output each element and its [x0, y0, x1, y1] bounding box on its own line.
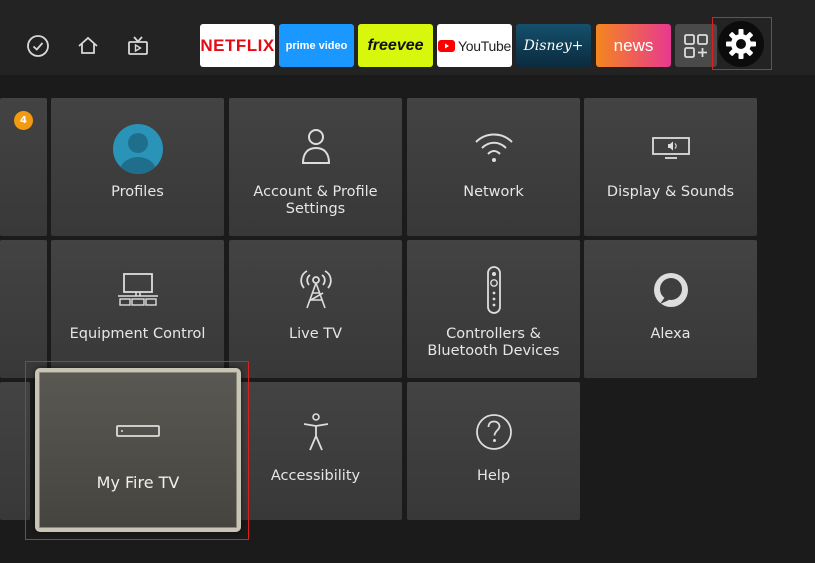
equipment-control-tile[interactable]: Equipment Control: [51, 240, 224, 378]
profiles-label: Profiles: [111, 184, 164, 200]
help-question-icon: [407, 412, 580, 452]
monitor-equipment-icon: [51, 272, 224, 308]
account-profile-settings-label: Account & Profile Settings: [253, 184, 378, 217]
alexa-label: Alexa: [650, 326, 691, 342]
equipment-control-label: Equipment Control: [69, 326, 206, 342]
youtube-logo: YouTube: [458, 37, 511, 54]
live-tv-tile[interactable]: Live TV: [229, 240, 402, 378]
netflix-logo: NETFLIX: [200, 35, 275, 55]
controllers-bluetooth-label: Controllers & Bluetooth Devices: [427, 326, 560, 359]
help-label: Help: [476, 468, 511, 484]
youtube-play-icon: [438, 39, 456, 52]
prime-video-app-tile[interactable]: prime video: [279, 24, 354, 67]
youtube-app-tile[interactable]: YouTube: [437, 24, 512, 67]
help-tile[interactable]: Help: [407, 382, 580, 520]
live-tv-label: Live TV: [289, 326, 342, 342]
profiles-tile[interactable]: Profiles: [51, 98, 224, 236]
apps-grid-icon: [684, 33, 708, 58]
freevee-app-tile[interactable]: freevee: [358, 24, 433, 67]
check-circle-icon[interactable]: [25, 33, 51, 59]
settings-highlight: [712, 17, 772, 70]
alexa-tile[interactable]: Alexa: [584, 240, 757, 378]
profile-avatar-icon: [51, 123, 224, 175]
disney-plus-app-tile[interactable]: Disney+: [516, 24, 591, 67]
news-app-tile[interactable]: news: [596, 24, 671, 67]
person-icon: [229, 126, 402, 166]
display-sounds-tile[interactable]: Display & Sounds: [584, 98, 757, 236]
accessibility-tile[interactable]: Accessibility: [229, 382, 402, 520]
controllers-bluetooth-tile[interactable]: Controllers & Bluetooth Devices: [407, 240, 580, 378]
disney-plus-logo: Disney+: [523, 37, 584, 54]
all-apps-button[interactable]: [675, 24, 717, 67]
news-logo: news: [613, 35, 654, 55]
my-fire-tv-label: My Fire TV: [96, 473, 180, 492]
accessibility-person-icon: [229, 412, 402, 452]
live-tv-icon[interactable]: [125, 33, 151, 59]
account-profile-settings-tile[interactable]: Account & Profile Settings: [229, 98, 402, 236]
home-icon[interactable]: [75, 33, 101, 59]
netflix-app-tile[interactable]: NETFLIX: [200, 24, 275, 67]
settings-button[interactable]: [718, 21, 764, 67]
notification-badge: 4: [14, 111, 33, 130]
display-speaker-icon: [584, 136, 757, 160]
display-sounds-label: Display & Sounds: [606, 184, 735, 200]
prime-video-logo: prime video: [285, 39, 348, 52]
alexa-icon: [584, 270, 757, 310]
network-label: Network: [463, 184, 524, 200]
accessibility-label: Accessibility: [270, 468, 361, 484]
my-fire-tv-tile[interactable]: My Fire TV: [35, 368, 241, 532]
gear-icon: [726, 29, 756, 59]
network-tile[interactable]: Network: [407, 98, 580, 236]
fire-tv-device-icon: [39, 424, 237, 438]
partial-tile-row2[interactable]: [0, 240, 47, 378]
freevee-logo: freevee: [367, 36, 424, 54]
antenna-icon: [229, 268, 402, 310]
wifi-icon: [407, 130, 580, 164]
remote-icon: [407, 265, 580, 315]
